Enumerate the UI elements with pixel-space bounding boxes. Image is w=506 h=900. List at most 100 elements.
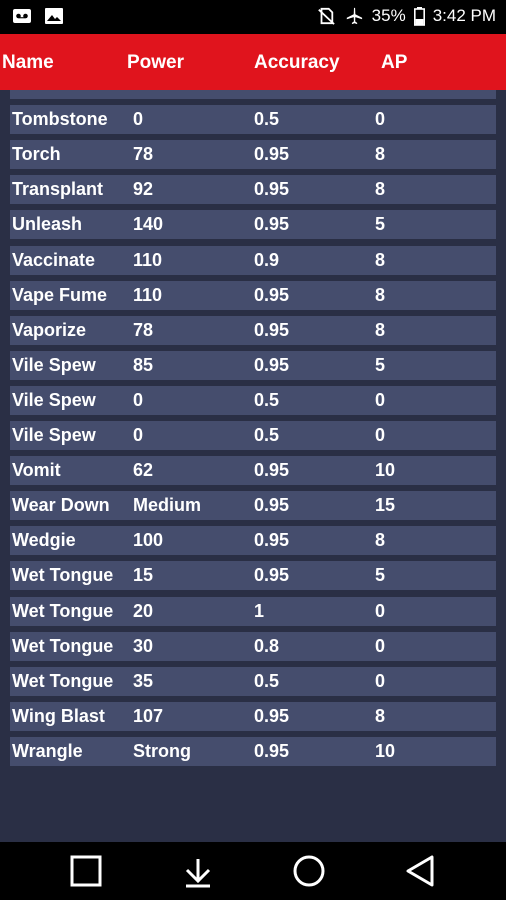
cell-accuracy: 0.95 xyxy=(254,495,290,516)
cell-name: Wrangle xyxy=(12,740,83,761)
table-row[interactable]: Tombstone 110 0.9 5 xyxy=(10,90,496,99)
cell-name: Wet Tongue xyxy=(12,670,114,691)
cell-power: 107 xyxy=(133,705,164,726)
cell-name: Vape Fume xyxy=(12,284,108,305)
cell-accuracy: 0.95 xyxy=(254,740,290,761)
cell-name: Vaporize xyxy=(12,319,87,340)
cell-ap: 0 xyxy=(375,600,386,621)
cell-accuracy: 0.8 xyxy=(254,635,280,656)
cell-name: Vile Spew xyxy=(12,354,96,375)
cell-accuracy: 0.95 xyxy=(254,319,290,340)
table-row[interactable]: Vile Spew 0 0.5 0 xyxy=(10,385,496,415)
table-row[interactable]: Vape Fume 110 0.95 8 xyxy=(10,280,496,310)
cell-name: Vomit xyxy=(12,460,61,481)
cell-name: Wedgie xyxy=(12,530,76,551)
cell-accuracy: 0.5 xyxy=(254,389,280,410)
cell-ap: 0 xyxy=(375,670,386,691)
table-row[interactable]: Vomit 62 0.95 10 xyxy=(10,456,496,486)
cell-power: 110 xyxy=(133,90,162,95)
table-header: Name Power Accuracy AP xyxy=(0,34,506,90)
table-row[interactable]: Vaccinate 110 0.9 8 xyxy=(10,245,496,275)
cell-name: Torch xyxy=(12,144,61,165)
cell-name: Tombstone xyxy=(12,109,108,130)
cell-accuracy: 0.95 xyxy=(254,530,290,551)
cell-power: 100 xyxy=(133,530,164,551)
cell-ap: 5 xyxy=(375,354,386,375)
cell-power: Strong xyxy=(133,740,191,761)
table-row[interactable]: Unleash 140 0.95 5 xyxy=(10,210,496,240)
cell-ap: 15 xyxy=(375,495,396,516)
table-row[interactable]: Wet Tongue 35 0.5 0 xyxy=(10,666,496,696)
table-row[interactable]: Wet Tongue 20 1 0 xyxy=(10,596,496,626)
cell-accuracy: 0.95 xyxy=(254,565,290,586)
cell-power: 35 xyxy=(133,670,154,691)
cell-accuracy: 0.5 xyxy=(254,670,280,691)
recents-square-icon[interactable] xyxy=(68,853,104,889)
cell-ap: 5 xyxy=(375,214,386,235)
cell-name: Tombstone xyxy=(12,90,108,95)
column-header-power[interactable]: Power xyxy=(127,52,184,74)
battery-percent: 35% xyxy=(371,6,406,25)
cell-power: 140 xyxy=(133,214,164,235)
cell-power: 78 xyxy=(133,319,154,340)
column-header-accuracy[interactable]: Accuracy xyxy=(254,52,340,74)
cell-accuracy: 0.95 xyxy=(254,705,290,726)
cell-ap: 10 xyxy=(375,740,396,761)
cell-name: Vaccinate xyxy=(12,249,96,270)
back-triangle-icon[interactable] xyxy=(402,853,438,889)
cell-ap: 5 xyxy=(375,90,385,95)
table-row[interactable]: Wet Tongue 15 0.95 5 xyxy=(10,561,496,591)
download-arrow-icon[interactable] xyxy=(180,853,216,889)
column-header-ap[interactable]: AP xyxy=(381,52,407,74)
table-row[interactable]: Vile Spew 0 0.5 0 xyxy=(10,421,496,450)
battery-icon xyxy=(413,6,425,26)
cell-power: 30 xyxy=(133,635,154,656)
table-row[interactable]: Wear Down Medium 0.95 15 xyxy=(10,491,496,521)
moves-table[interactable]: Tombstone1100.95Tombstone00.50Torch780.9… xyxy=(0,90,506,842)
table-row[interactable]: Wrangle Strong 0.95 10 xyxy=(10,736,496,766)
cell-power: 15 xyxy=(133,565,154,586)
cell-name: Unleash xyxy=(12,214,83,235)
airplane-icon xyxy=(346,7,362,25)
cell-power: 62 xyxy=(133,460,154,481)
voicemail-icon xyxy=(13,9,31,23)
cell-accuracy: 0.9 xyxy=(254,90,279,95)
cell-ap: 0 xyxy=(375,389,386,410)
column-header-name[interactable]: Name xyxy=(2,52,54,74)
cell-accuracy: 0.95 xyxy=(254,460,290,481)
cell-power: 92 xyxy=(133,179,154,200)
cell-ap: 8 xyxy=(375,530,386,551)
cell-accuracy: 0.95 xyxy=(254,144,290,165)
table-row[interactable]: Vaporize 78 0.95 8 xyxy=(10,315,496,345)
home-circle-icon[interactable] xyxy=(291,853,327,889)
cell-accuracy: 0.95 xyxy=(254,354,290,375)
no-sim-icon xyxy=(317,7,335,25)
cell-power: 78 xyxy=(133,144,154,165)
cell-power: 110 xyxy=(133,284,163,305)
table-row[interactable]: Tombstone 0 0.5 0 xyxy=(10,105,496,135)
cell-name: Wet Tongue xyxy=(12,635,114,656)
table-row[interactable]: Vile Spew 85 0.95 5 xyxy=(10,350,496,380)
cell-power: 0 xyxy=(133,109,144,130)
table-row[interactable]: Torch 78 0.95 8 xyxy=(10,140,496,170)
table-row[interactable]: Wedgie 100 0.95 8 xyxy=(10,526,496,556)
image-icon xyxy=(45,8,63,24)
cell-accuracy: 1 xyxy=(254,600,265,621)
clock: 3:42 PM xyxy=(432,6,496,25)
cell-power: 85 xyxy=(133,354,154,375)
cell-accuracy: 0.9 xyxy=(254,249,280,270)
cell-name: Transplant xyxy=(12,179,104,200)
table-row[interactable]: Transplant 92 0.95 8 xyxy=(10,175,496,205)
cell-ap: 8 xyxy=(375,179,386,200)
table-row[interactable]: Wing Blast 107 0.95 8 xyxy=(10,701,496,731)
cell-ap: 8 xyxy=(375,249,386,270)
cell-accuracy: 0.5 xyxy=(254,425,280,445)
cell-power: 0 xyxy=(133,389,144,410)
cell-accuracy: 0.95 xyxy=(254,179,290,200)
table-row[interactable]: Wet Tongue 30 0.8 0 xyxy=(10,631,496,661)
cell-name: Wear Down xyxy=(12,495,110,516)
cell-power: 110 xyxy=(133,249,163,270)
cell-ap: 0 xyxy=(375,109,386,130)
cell-accuracy: 0.5 xyxy=(254,109,280,130)
cell-name: Wet Tongue xyxy=(12,600,114,621)
